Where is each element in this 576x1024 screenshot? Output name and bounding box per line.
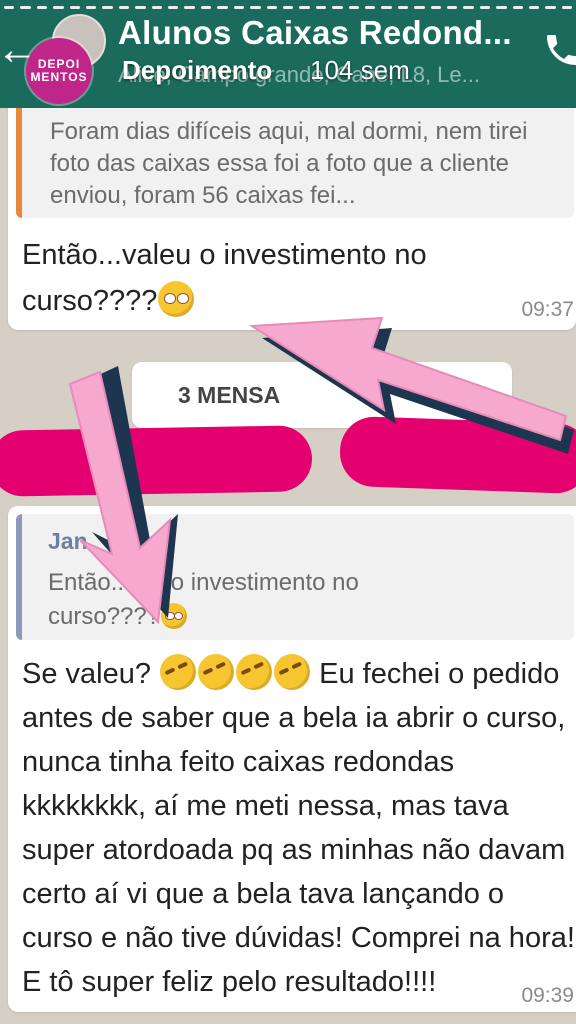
message-text: Se valeu? Eu fechei o pedido antes de sa… — [22, 648, 576, 1004]
rolling-eyes-emoji-icon — [161, 603, 188, 629]
chat-title[interactable]: Alunos Caixas Redond... — [118, 14, 512, 52]
quoted-text: Foram dias difíceis aqui, mal dormi, nem… — [50, 118, 528, 209]
phone-icon[interactable] — [542, 30, 576, 70]
story-avatar[interactable]: DEPOI MENTOS — [26, 38, 92, 104]
quoted-message[interactable]: Foram dias difíceis aqui, mal dormi, nem… — [16, 108, 574, 218]
rolling-eyes-emoji-icon — [158, 281, 195, 317]
message-bubble[interactable]: Jan Então... eu o investimento no curso?… — [8, 506, 576, 1012]
laughing-emoji-icon — [230, 648, 278, 696]
redaction-mark — [0, 425, 313, 497]
unread-messages-divider: 3 MENSA — [132, 362, 512, 428]
laughing-emoji-icon — [268, 648, 316, 696]
story-name: Depoimento — [122, 55, 273, 85]
chat-header: ← Alunos Caixas Redond... Alice, Campo g… — [0, 0, 576, 108]
message-time: 09:37 — [521, 298, 574, 321]
quoted-author: Jan — [48, 528, 88, 554]
quoted-text: Então... eu o investimento no curso???? — [48, 569, 359, 630]
redaction-mark — [338, 415, 576, 495]
quoted-message[interactable]: Jan Então... eu o investimento no curso?… — [16, 514, 574, 640]
story-time-ago: 104 sem — [310, 55, 410, 85]
laughing-emoji-icon — [154, 648, 202, 696]
laughing-emoji-icon — [192, 648, 240, 696]
message-text: Então...valeu o investimento no curso???… — [22, 239, 427, 317]
story-progress-bar — [0, 6, 576, 10]
message-bubble[interactable]: Foram dias difíceis aqui, mal dormi, nem… — [8, 108, 576, 330]
message-time: 09:39 — [521, 984, 574, 1007]
